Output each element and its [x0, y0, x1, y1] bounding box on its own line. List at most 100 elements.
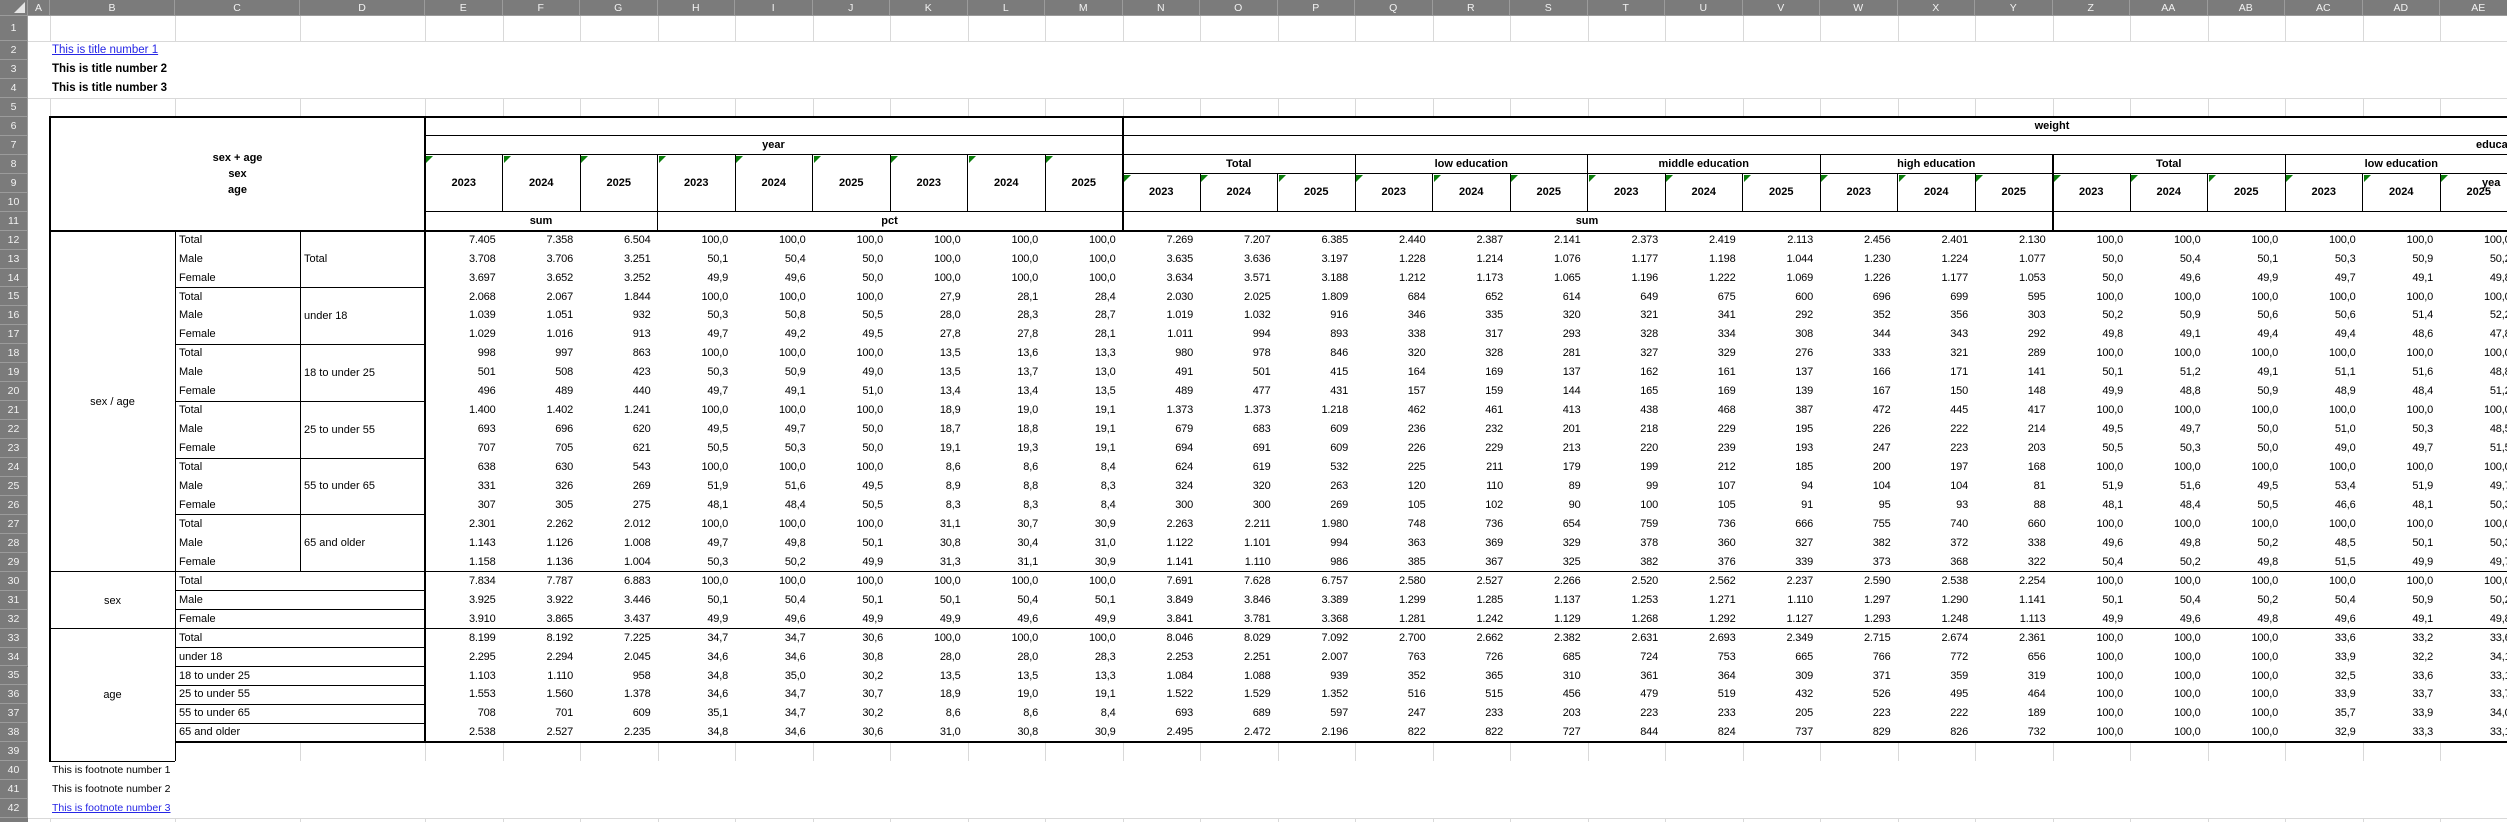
weight-pct-group-header[interactable]: Total: [2053, 155, 2286, 174]
data-cell[interactable]: 1.069: [1743, 269, 1821, 288]
data-cell[interactable]: 50,8: [735, 306, 813, 325]
data-cell[interactable]: 88: [1975, 496, 2053, 515]
data-cell[interactable]: 1.226: [1820, 269, 1898, 288]
data-cell[interactable]: 1.293: [1820, 610, 1898, 629]
data-cell[interactable]: 100,0: [2440, 344, 2507, 363]
data-cell[interactable]: 100,0: [2440, 572, 2507, 591]
data-cell[interactable]: 341: [1665, 306, 1743, 325]
data-cell[interactable]: 49,1: [2208, 363, 2286, 382]
year-column-header[interactable]: 2024: [1665, 174, 1743, 212]
year-column-header[interactable]: 2024: [503, 155, 581, 212]
data-cell[interactable]: 986: [1278, 553, 1356, 572]
data-cell[interactable]: 225: [1355, 458, 1433, 477]
data-cell[interactable]: 212: [1665, 458, 1743, 477]
data-cell[interactable]: 81: [1975, 477, 2053, 496]
column-header-P[interactable]: P: [1278, 0, 1356, 16]
data-cell[interactable]: 8,8: [968, 477, 1046, 496]
data-cell[interactable]: 508: [503, 363, 581, 382]
data-cell[interactable]: 932: [580, 306, 658, 325]
data-cell[interactable]: 35,1: [658, 704, 736, 723]
data-cell[interactable]: 415: [1278, 363, 1356, 382]
data-cell[interactable]: 343: [1898, 325, 1976, 344]
data-cell[interactable]: 28,0: [968, 648, 1046, 667]
data-cell[interactable]: 1.127: [1743, 610, 1821, 629]
row-label-sex[interactable]: Female: [179, 382, 298, 401]
data-cell[interactable]: 423: [580, 363, 658, 382]
row-header-18[interactable]: 18: [0, 344, 28, 363]
data-cell[interactable]: 47,8: [2440, 325, 2507, 344]
data-cell[interactable]: 1.281: [1355, 610, 1433, 629]
data-cell[interactable]: 105: [1355, 496, 1433, 515]
data-cell[interactable]: 2.527: [1433, 572, 1511, 591]
data-cell[interactable]: 822: [1355, 723, 1433, 742]
data-cell[interactable]: 344: [1820, 325, 1898, 344]
data-cell[interactable]: 2.361: [1975, 629, 2053, 648]
data-cell[interactable]: 100,0: [813, 515, 891, 534]
data-cell[interactable]: 211: [1433, 458, 1511, 477]
row-label-age-group[interactable]: 65 and older: [304, 515, 423, 572]
data-cell[interactable]: 913: [580, 325, 658, 344]
data-cell[interactable]: 269: [1278, 496, 1356, 515]
data-cell[interactable]: 705: [503, 439, 581, 458]
data-cell[interactable]: 496: [425, 382, 503, 401]
data-cell[interactable]: 35,7: [2285, 704, 2363, 723]
data-cell[interactable]: 1.198: [1665, 250, 1743, 269]
data-cell[interactable]: 51,5: [2440, 439, 2507, 458]
data-cell[interactable]: 179: [1510, 458, 1588, 477]
data-cell[interactable]: 49,7: [735, 420, 813, 439]
data-cell[interactable]: 247: [1355, 704, 1433, 723]
data-cell[interactable]: 28,7: [1045, 306, 1123, 325]
data-cell[interactable]: 34,7: [735, 629, 813, 648]
data-cell[interactable]: 327: [1743, 534, 1821, 553]
data-cell[interactable]: 239: [1665, 439, 1743, 458]
data-cell[interactable]: 100,0: [735, 344, 813, 363]
column-header-R[interactable]: R: [1433, 0, 1511, 16]
year-column-header[interactable]: 2025: [1743, 174, 1821, 212]
data-cell[interactable]: 50,1: [2208, 250, 2286, 269]
data-cell[interactable]: 2.068: [425, 288, 503, 307]
data-cell[interactable]: 1.137: [1510, 591, 1588, 610]
data-cell[interactable]: 495: [1898, 685, 1976, 704]
data-cell[interactable]: 50,1: [813, 534, 891, 553]
data-cell[interactable]: 515: [1433, 685, 1511, 704]
data-cell[interactable]: 321: [1898, 344, 1976, 363]
data-cell[interactable]: 2.295: [425, 648, 503, 667]
data-cell[interactable]: 18,9: [890, 401, 968, 420]
data-cell[interactable]: 49,9: [813, 553, 891, 572]
data-cell[interactable]: 3.697: [425, 269, 503, 288]
data-cell[interactable]: 1.113: [1975, 610, 2053, 629]
data-cell[interactable]: 28,0: [890, 306, 968, 325]
column-header-Z[interactable]: Z: [2053, 0, 2131, 16]
data-cell[interactable]: 2.067: [503, 288, 581, 307]
data-cell[interactable]: 100,0: [2440, 515, 2507, 534]
data-cell[interactable]: 49,1: [2130, 325, 2208, 344]
data-cell[interactable]: 1.088: [1200, 667, 1278, 686]
row-header-20[interactable]: 20: [0, 382, 28, 401]
data-cell[interactable]: 50,9: [2208, 382, 2286, 401]
data-cell[interactable]: 3.865: [503, 610, 581, 629]
stub-header[interactable]: sex + age sex age: [50, 117, 425, 231]
data-cell[interactable]: 696: [503, 420, 581, 439]
data-cell[interactable]: 49,5: [658, 420, 736, 439]
data-cell[interactable]: 49,6: [2130, 610, 2208, 629]
data-cell[interactable]: 292: [1743, 306, 1821, 325]
data-cell[interactable]: 1.228: [1355, 250, 1433, 269]
row-header-13[interactable]: 13: [0, 250, 28, 269]
data-cell[interactable]: 19,0: [968, 401, 1046, 420]
data-cell[interactable]: 2.211: [1200, 515, 1278, 534]
data-cell[interactable]: 100,0: [890, 250, 968, 269]
data-cell[interactable]: 2.263: [1123, 515, 1201, 534]
data-cell[interactable]: 1.084: [1123, 667, 1201, 686]
data-cell[interactable]: 218: [1588, 420, 1666, 439]
data-cell[interactable]: 100,0: [2053, 648, 2131, 667]
data-cell[interactable]: 100,0: [2363, 401, 2441, 420]
data-cell[interactable]: 100,0: [813, 458, 891, 477]
data-cell[interactable]: 49,9: [813, 610, 891, 629]
data-cell[interactable]: 368: [1898, 553, 1976, 572]
data-cell[interactable]: 2.012: [580, 515, 658, 534]
row-header-26[interactable]: 26: [0, 496, 28, 515]
data-cell[interactable]: 35,0: [735, 667, 813, 686]
data-cell[interactable]: 300: [1200, 496, 1278, 515]
data-cell[interactable]: 100,0: [735, 231, 813, 250]
data-cell[interactable]: 2.254: [1975, 572, 2053, 591]
